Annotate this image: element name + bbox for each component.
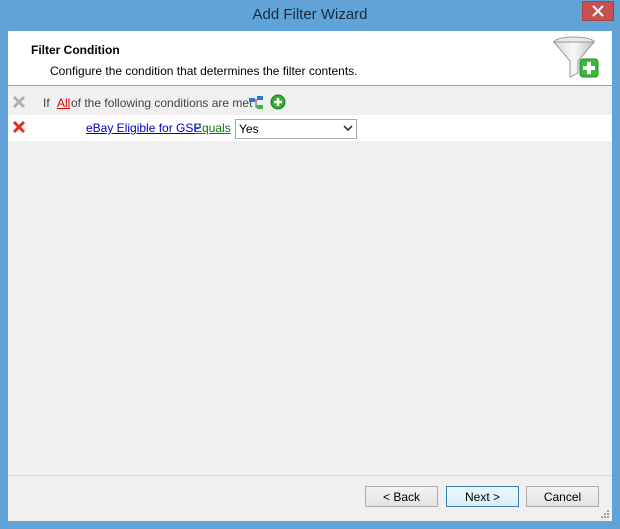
close-button[interactable] xyxy=(582,1,614,21)
wizard-window: Add Filter Wizard Filter Condition Confi… xyxy=(0,0,620,529)
condition-value-text: Yes xyxy=(239,122,259,136)
title-bar[interactable]: Add Filter Wizard xyxy=(0,0,620,31)
next-button[interactable]: Next > xyxy=(446,486,519,507)
close-icon xyxy=(592,5,604,17)
wizard-header: Filter Condition Configure the condition… xyxy=(8,31,612,86)
add-group-icon[interactable] xyxy=(248,95,264,111)
resize-grip-icon[interactable] xyxy=(600,509,610,519)
add-condition-icon[interactable] xyxy=(270,94,286,110)
footer-divider xyxy=(8,475,612,476)
condition-row: eBay Eligible for GSP Equals Yes xyxy=(8,115,612,141)
group-condition-row: If All of the following conditions are m… xyxy=(8,91,612,115)
dialog-body: Filter Condition Configure the condition… xyxy=(8,31,612,521)
page-title: Filter Condition xyxy=(31,43,120,57)
chevron-down-icon xyxy=(343,125,353,132)
match-mode-link[interactable]: All xyxy=(57,96,70,110)
condition-operator-link[interactable]: Equals xyxy=(194,121,231,135)
condition-field-link[interactable]: eBay Eligible for GSP xyxy=(86,121,201,135)
remove-condition-icon[interactable] xyxy=(12,120,26,134)
remove-group-icon[interactable] xyxy=(12,95,26,109)
cancel-button[interactable]: Cancel xyxy=(526,486,599,507)
page-description: Configure the condition that determines … xyxy=(50,64,358,78)
back-button[interactable]: < Back xyxy=(365,486,438,507)
window-title: Add Filter Wizard xyxy=(252,6,368,23)
if-label: If xyxy=(43,96,50,110)
condition-value-select[interactable]: Yes xyxy=(235,119,357,139)
funnel-add-icon xyxy=(552,36,599,78)
condition-suffix-label: of the following conditions are met xyxy=(71,96,253,110)
